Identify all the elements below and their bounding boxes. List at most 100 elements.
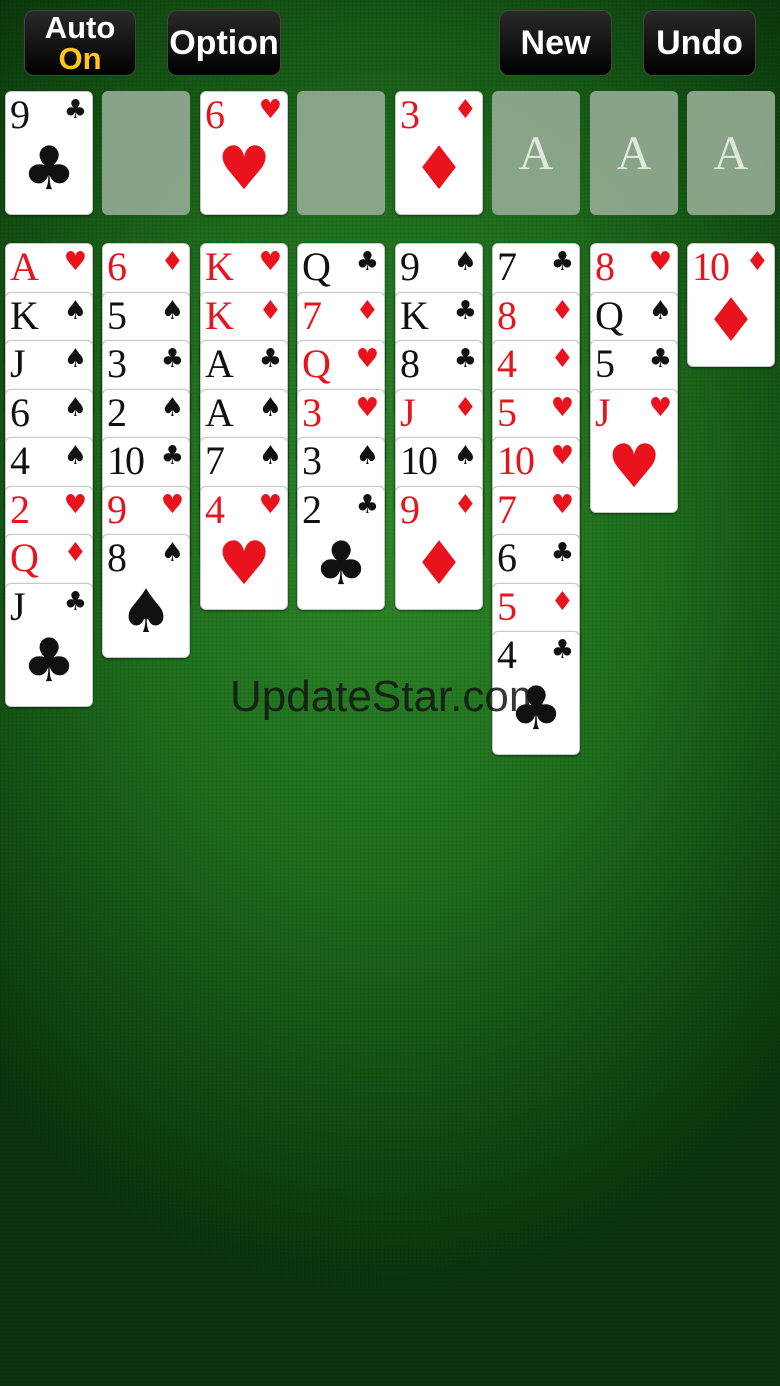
- card-suit-icon: ♦: [453, 393, 477, 423]
- card-rank: A: [205, 390, 234, 435]
- card-suit-icon: ♠: [453, 247, 477, 277]
- card-rank: Q: [302, 341, 331, 386]
- card-rank: 7: [205, 438, 225, 483]
- card-rank: A: [205, 341, 234, 386]
- auto-state: On: [58, 41, 102, 76]
- playing-card[interactable]: 4 ♥ ♥: [200, 486, 288, 610]
- foundation-slot[interactable]: A: [492, 91, 580, 215]
- card-suit-icon: ♥: [550, 393, 574, 423]
- card-suit-icon: ♦: [550, 344, 574, 374]
- card-rank: 8: [107, 535, 127, 580]
- card-suit-icon: ♥: [355, 344, 379, 374]
- card-rank: 7: [497, 487, 517, 532]
- card-suit-icon: ♠: [258, 393, 282, 423]
- playing-card[interactable]: 6 ♥ ♥: [200, 91, 288, 215]
- card-rank: 10: [497, 438, 535, 483]
- card-rank: 3: [302, 390, 322, 435]
- card-rank: 3: [107, 341, 127, 386]
- card-suit-icon: ♣: [63, 95, 87, 125]
- card-suit-icon: ♦: [258, 296, 282, 326]
- card-rank: Q: [595, 293, 624, 338]
- new-button[interactable]: New: [499, 10, 612, 76]
- card-rank: 4: [497, 632, 517, 677]
- free-cell-empty[interactable]: [102, 91, 190, 215]
- card-suit-icon: ♥: [355, 393, 379, 423]
- card-rank: Q: [10, 535, 39, 580]
- card-rank: 6: [107, 244, 127, 289]
- card-suit-icon: ♠: [160, 296, 184, 326]
- card-rank: 6: [205, 92, 225, 137]
- card-rank: 2: [10, 487, 30, 532]
- card-suit-icon: ♥: [63, 490, 87, 520]
- card-suit-icon: ♥: [550, 441, 574, 471]
- card-rank: J: [10, 341, 26, 386]
- card-suit-icon: ♣: [550, 247, 574, 277]
- card-suit-icon: ♣: [550, 538, 574, 568]
- card-suit-icon: ♠: [160, 538, 184, 568]
- card-rank: 6: [10, 390, 30, 435]
- card-rank: 3: [400, 92, 420, 137]
- playing-card[interactable]: 4 ♣ ♣: [492, 631, 580, 755]
- card-suit-icon: ♠: [63, 441, 87, 471]
- playing-card[interactable]: 8 ♠ ♠: [102, 534, 190, 658]
- card-suit-icon: ♦: [160, 247, 184, 277]
- card-suit-icon: ♣: [63, 587, 87, 617]
- card-rank: K: [205, 293, 234, 338]
- card-rank: 5: [497, 390, 517, 435]
- card-rank: 10: [400, 438, 438, 483]
- card-suit-icon: ♣: [550, 635, 574, 665]
- card-suit-icon: ♦: [355, 296, 379, 326]
- playing-card[interactable]: 3 ♦ ♦: [395, 91, 483, 215]
- card-rank: 9: [400, 244, 420, 289]
- card-suit-icon: ♣: [258, 344, 282, 374]
- card-center-suit-icon: ♠: [119, 577, 173, 647]
- undo-button[interactable]: Undo: [643, 10, 756, 76]
- playing-card[interactable]: 9 ♦ ♦: [395, 486, 483, 610]
- card-rank: 5: [107, 293, 127, 338]
- free-cell-empty[interactable]: [297, 91, 385, 215]
- card-rank: 3: [302, 438, 322, 483]
- card-suit-icon: ♥: [160, 490, 184, 520]
- card-rank: J: [10, 584, 26, 629]
- card-suit-icon: ♦: [550, 296, 574, 326]
- card-suit-icon: ♠: [63, 296, 87, 326]
- card-suit-icon: ♠: [63, 393, 87, 423]
- card-suit-icon: ♦: [550, 587, 574, 617]
- playing-card[interactable]: 10 ♦ ♦: [687, 243, 775, 367]
- card-center-suit-icon: ♦: [704, 286, 758, 356]
- card-suit-icon: ♥: [648, 393, 672, 423]
- auto-button[interactable]: Auto On: [24, 10, 136, 76]
- card-center-suit-icon: ♥: [607, 432, 661, 502]
- card-center-suit-icon: ♦: [412, 134, 466, 204]
- card-center-suit-icon: ♥: [217, 529, 271, 599]
- card-suit-icon: ♣: [453, 344, 477, 374]
- card-rank: 8: [595, 244, 615, 289]
- card-suit-icon: ♣: [160, 344, 184, 374]
- card-rank: 9: [400, 487, 420, 532]
- card-suit-icon: ♥: [550, 490, 574, 520]
- foundation-slot[interactable]: A: [687, 91, 775, 215]
- card-rank: Q: [302, 244, 331, 289]
- playing-card[interactable]: 2 ♣ ♣: [297, 486, 385, 610]
- card-center-suit-icon: ♣: [314, 529, 368, 599]
- option-button[interactable]: Option: [167, 10, 281, 76]
- card-rank: 9: [10, 92, 30, 137]
- card-suit-icon: ♠: [63, 344, 87, 374]
- card-rank: 4: [497, 341, 517, 386]
- card-rank: 8: [497, 293, 517, 338]
- card-rank: 4: [10, 438, 30, 483]
- playing-card[interactable]: J ♣ ♣: [5, 583, 93, 707]
- playing-card[interactable]: 9 ♣ ♣: [5, 91, 93, 215]
- card-rank: 2: [107, 390, 127, 435]
- card-suit-icon: ♠: [160, 393, 184, 423]
- card-suit-icon: ♠: [355, 441, 379, 471]
- card-center-suit-icon: ♣: [509, 674, 563, 744]
- card-suit-icon: ♥: [648, 247, 672, 277]
- card-rank: 8: [400, 341, 420, 386]
- card-suit-icon: ♦: [63, 538, 87, 568]
- playing-card[interactable]: J ♥ ♥: [590, 389, 678, 513]
- card-suit-icon: ♣: [355, 490, 379, 520]
- card-rank: J: [400, 390, 416, 435]
- foundation-slot[interactable]: A: [590, 91, 678, 215]
- card-suit-icon: ♣: [160, 441, 184, 471]
